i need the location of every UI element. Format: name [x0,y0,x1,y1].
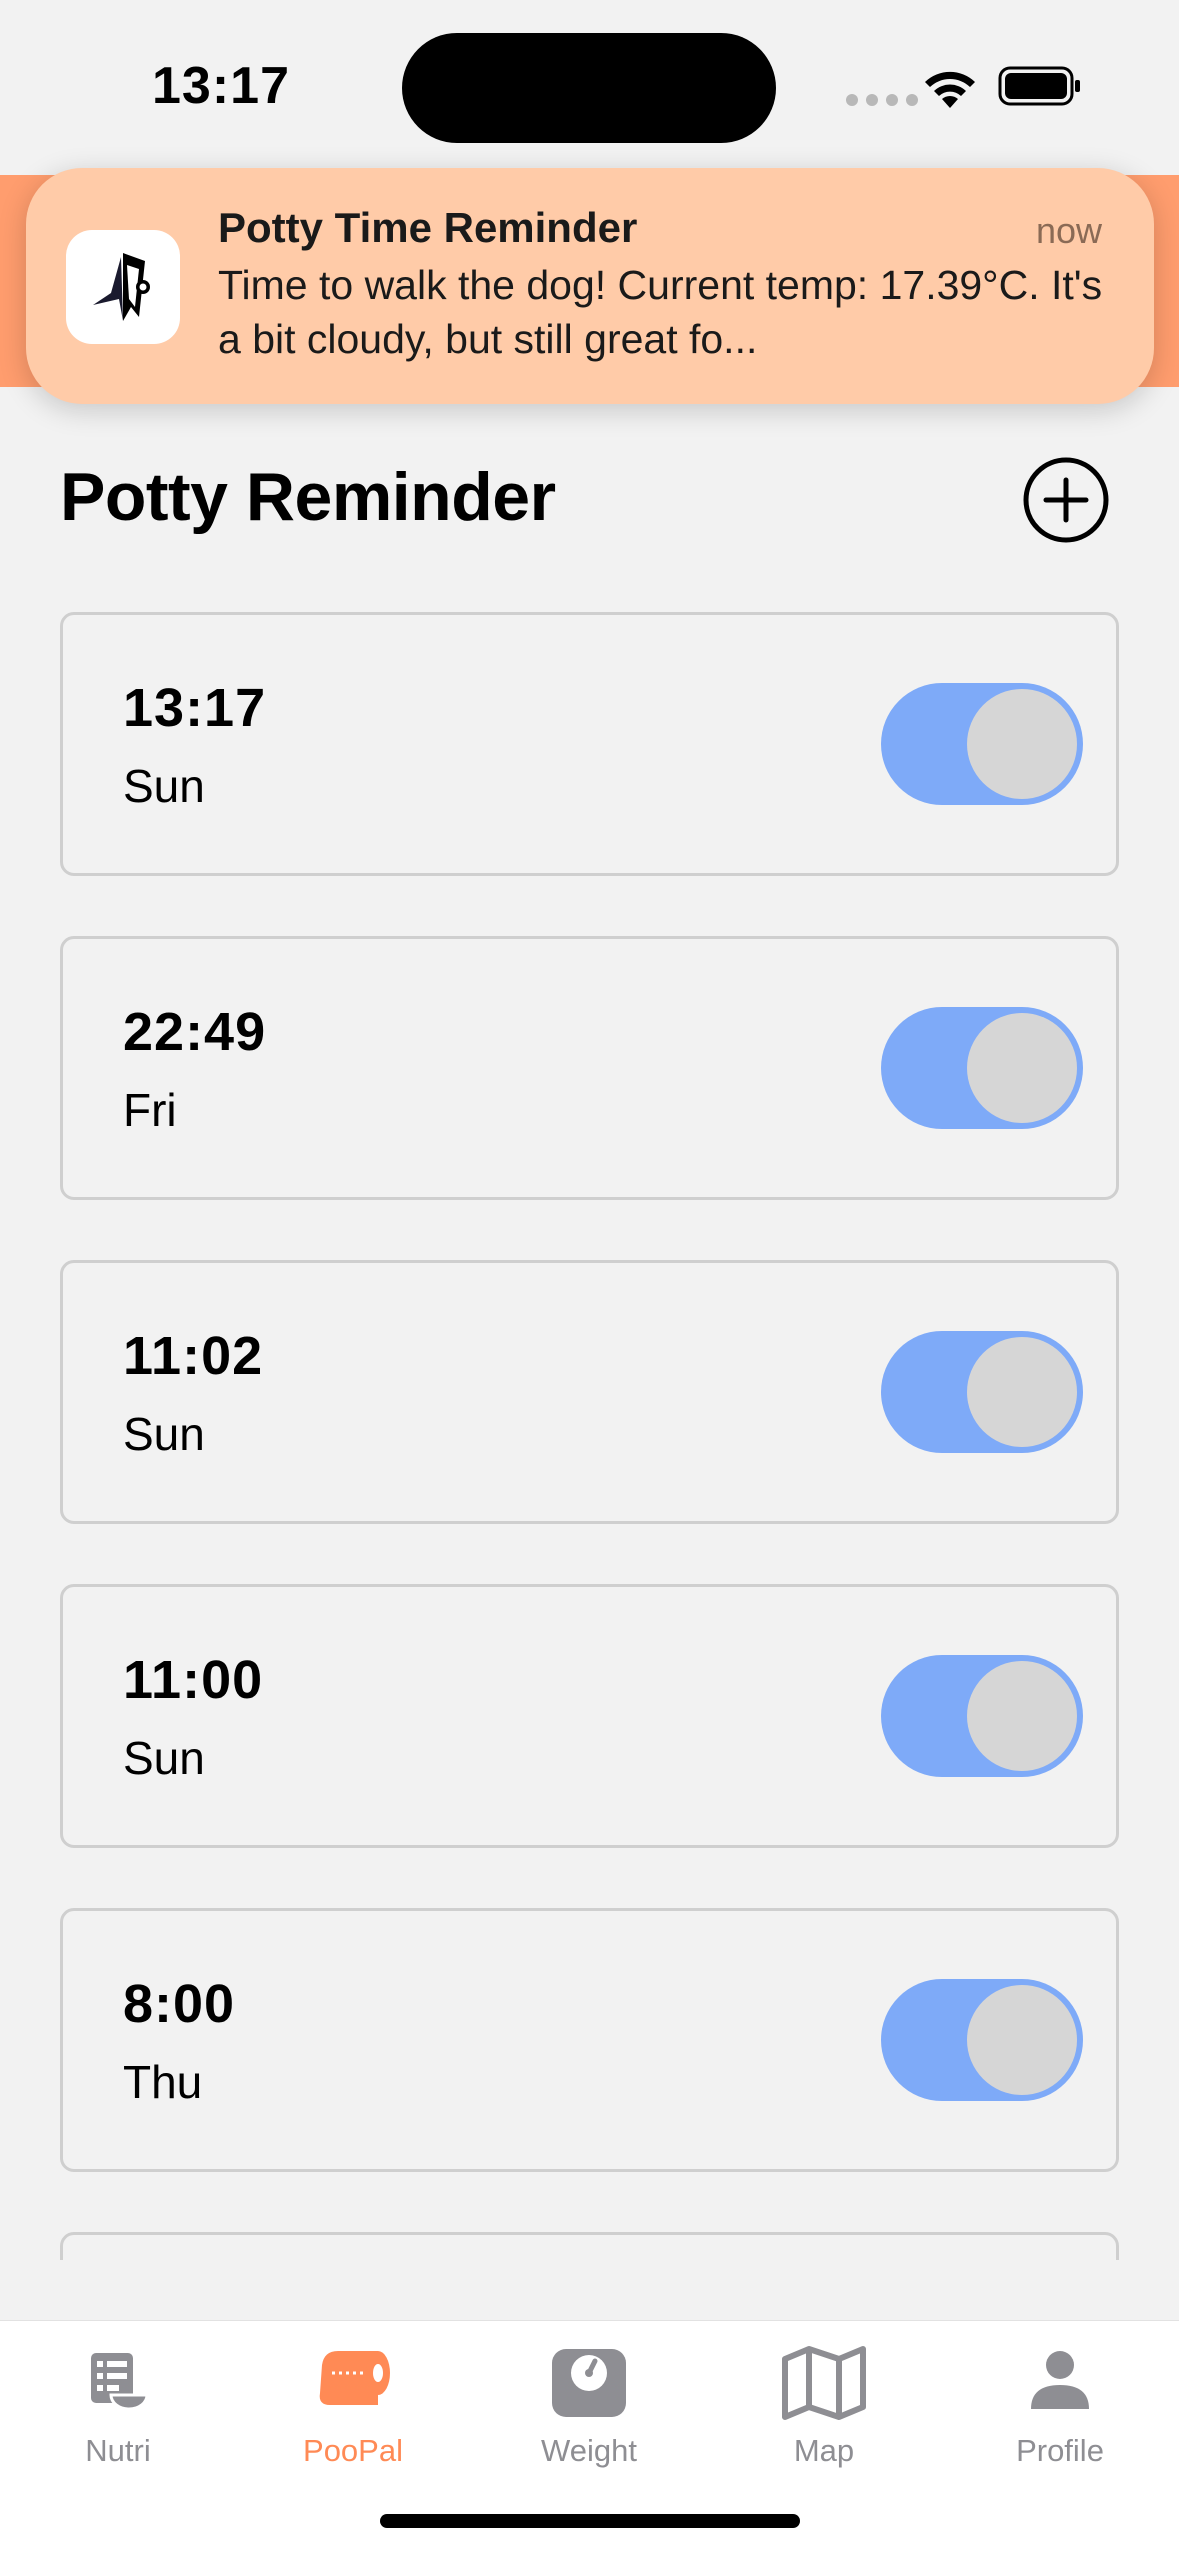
toggle-knob [967,1337,1077,1447]
reminder-day: Sun [123,1732,205,1784]
page-title: Potty Reminder [60,459,556,535]
tab-weight[interactable]: Weight [489,2343,689,2493]
tab-map[interactable]: Map [724,2343,924,2493]
reminder-time: 22:49 [123,1002,267,1062]
wifi-icon [925,71,975,108]
reminder-toggle[interactable] [881,1655,1083,1777]
reminder-card[interactable]: 13:17 Sun [60,612,1119,876]
potty-reminder-screen: 13:17 Potty Time Reminder now Time to wa… [0,0,1179,2556]
toggle-knob [967,1985,1077,2095]
tab-label: Map [793,2433,855,2468]
reminder-toggle[interactable] [881,1007,1083,1129]
tab-label: Profile [1016,2433,1104,2468]
status-time: 13:17 [152,57,290,115]
reminder-time: 8:00 [123,1974,236,2034]
reminder-day: Sun [123,760,205,812]
reminder-day: Fri [123,1084,177,1136]
reminder-time: 11:02 [123,1326,264,1386]
reminder-card[interactable]: 22:49 Fri [60,936,1119,1200]
tab-poopal[interactable]: PooPal [253,2343,453,2493]
battery-icon [998,66,1080,106]
toggle-knob [967,689,1077,799]
reminder-day: Thu [123,2056,203,2108]
reminder-toggle[interactable] [881,683,1083,805]
notification-body: Time to walk the dog! Current temp: 17.3… [218,262,1103,362]
tab-nutri[interactable]: Nutri [18,2343,218,2493]
toilet-roll-icon [319,2351,390,2405]
tab-label: PooPal [303,2433,403,2468]
reminder-toggle[interactable] [881,1331,1083,1453]
notification-time: now [1035,210,1102,251]
signal-dots-icon [846,94,918,106]
scale-icon [552,2349,626,2417]
reminder-time: 11:00 [123,1650,264,1710]
reminder-toggle[interactable] [881,1979,1083,2101]
reminder-time: 13:17 [123,678,267,738]
tab-profile[interactable]: Profile [960,2343,1160,2493]
dynamic-island [402,33,776,143]
reminder-card[interactable]: 11:02 Sun [60,1260,1119,1524]
nutrition-icon [91,2353,149,2411]
reminder-card[interactable]: 11:00 Sun [60,1584,1119,1848]
tab-label: Weight [541,2433,637,2468]
notification-title: Potty Time Reminder [218,204,638,251]
person-icon [1031,2351,1089,2409]
toggle-knob [967,1661,1077,1771]
home-indicator[interactable] [380,2514,800,2528]
notification-banner[interactable]: Potty Time Reminder now Time to walk the… [26,168,1154,404]
plus-circle-icon[interactable] [1022,456,1110,544]
map-icon [782,2346,866,2420]
reminder-day: Sun [123,1408,205,1460]
tab-label: Nutri [85,2433,151,2468]
reminder-card[interactable]: 8:00 Thu [60,1908,1119,2172]
reminder-list[interactable]: 13:17 Sun 22:49 Fri 11:02 Sun 11:00 Sun … [60,612,1119,2260]
toggle-knob [967,1013,1077,1123]
potty-app-icon [66,230,180,344]
status-bar: 13:17 [0,0,1179,170]
reminder-card[interactable] [60,2232,1119,2260]
